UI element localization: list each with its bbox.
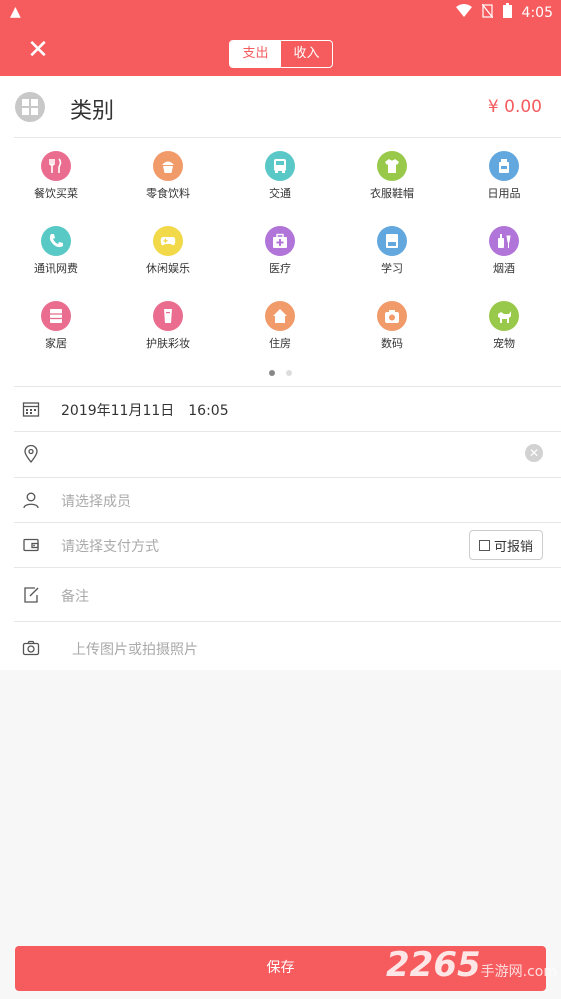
- edit-icon: [22, 586, 42, 606]
- divider: [14, 621, 561, 622]
- category-label: 通讯网费: [34, 262, 78, 275]
- member-row[interactable]: 请选择成员: [0, 478, 561, 523]
- cabinet-icon: [41, 301, 71, 331]
- category-item[interactable]: 通讯网费: [0, 214, 112, 284]
- tab-expense[interactable]: 支出: [230, 41, 281, 67]
- clear-location-icon[interactable]: ✕: [525, 444, 543, 462]
- status-bar: ▲ 4:05: [0, 0, 561, 24]
- wine-icon: [489, 226, 519, 256]
- reimbursable-checkbox[interactable]: 可报销: [469, 530, 543, 560]
- calendar-icon: [22, 400, 42, 420]
- category-label: 餐饮买菜: [34, 187, 78, 200]
- payment-row[interactable]: 请选择支付方式 可报销: [0, 523, 561, 568]
- watermark-domain: .com: [522, 964, 557, 980]
- page-dot: [286, 370, 293, 376]
- category-label: 宠物: [493, 337, 515, 350]
- datetime-row[interactable]: 2019年11月11日 16:05: [0, 387, 561, 432]
- notification-icon: ▲: [10, 4, 21, 20]
- shirt-icon: [377, 151, 407, 181]
- divider: [14, 567, 561, 568]
- category-item[interactable]: 学习: [336, 214, 448, 284]
- book-icon: [377, 226, 407, 256]
- datetime-value: 2019年11月11日 16:05: [61, 403, 229, 419]
- reimbursable-label: 可报销: [493, 539, 533, 555]
- category-label: 学习: [381, 262, 403, 275]
- phone-icon: [41, 226, 71, 256]
- category-label: 衣服鞋帽: [370, 187, 414, 200]
- note-input[interactable]: 备注: [61, 586, 89, 606]
- category-item[interactable]: 护肤彩妆: [112, 289, 224, 359]
- photo-upload-text: 上传图片或拍摄照片: [72, 642, 198, 658]
- category-item[interactable]: 零食饮料: [112, 139, 224, 209]
- gamepad-icon: [153, 226, 183, 256]
- category-title: 类别: [70, 99, 115, 124]
- bottle-icon: [489, 151, 519, 181]
- watermark-suffix: 手游网: [480, 964, 523, 980]
- tab-income[interactable]: 收入: [281, 41, 332, 67]
- note-row[interactable]: 备注: [0, 573, 561, 621]
- cupcake-icon: [153, 151, 183, 181]
- page-dot-active: [268, 370, 275, 376]
- category-header: 类别 ¥ 0.00: [0, 76, 561, 138]
- category-item[interactable]: 住房: [224, 289, 336, 359]
- payment-placeholder: 请选择支付方式: [61, 539, 159, 555]
- category-item[interactable]: 交通: [224, 139, 336, 209]
- person-icon: [22, 491, 42, 511]
- close-icon[interactable]: ✕: [24, 36, 52, 64]
- category-item[interactable]: 医疗: [224, 214, 336, 284]
- category-label: 家居: [45, 337, 67, 350]
- category-label: 交通: [269, 187, 291, 200]
- category-label: 数码: [381, 337, 403, 350]
- category-label: 烟酒: [493, 262, 515, 275]
- category-item[interactable]: 日用品: [448, 139, 560, 209]
- category-item[interactable]: 衣服鞋帽: [336, 139, 448, 209]
- category-item[interactable]: 烟酒: [448, 214, 560, 284]
- category-item[interactable]: 餐饮买菜: [0, 139, 112, 209]
- watermark-logo: 2265手游网.com: [386, 945, 557, 985]
- category-label: 护肤彩妆: [146, 337, 190, 350]
- checkbox-icon: [478, 539, 490, 551]
- member-placeholder: 请选择成员: [61, 494, 131, 510]
- wallet-icon: [22, 536, 42, 556]
- house-icon: [265, 301, 295, 331]
- wifi-icon: [455, 4, 472, 21]
- cosmetic-icon: [153, 301, 183, 331]
- camera-icon: [22, 639, 42, 659]
- category-item[interactable]: 数码: [336, 289, 448, 359]
- category-item[interactable]: 宠物: [448, 289, 560, 359]
- camera-icon: [377, 301, 407, 331]
- no-sim-icon: [481, 3, 494, 22]
- clock: 4:05: [521, 4, 553, 21]
- amount-display[interactable]: ¥ 0.00: [488, 97, 542, 117]
- location-pin-icon: [22, 444, 42, 465]
- category-item[interactable]: 家居: [0, 289, 112, 359]
- location-row[interactable]: ✕: [0, 432, 561, 477]
- category-item[interactable]: 休闲娱乐: [112, 214, 224, 284]
- photo-row[interactable]: 上传图片或拍摄照片: [0, 626, 561, 671]
- divider: [14, 137, 561, 138]
- page-indicator: [0, 361, 561, 380]
- main-panel: 类别 ¥ 0.00 餐饮买菜 零食饮料 交通 衣服鞋帽 日用品通讯网费 休闲娱乐 医疗 学习 烟…: [0, 76, 561, 670]
- battery-icon: [502, 3, 512, 22]
- dog-icon: [489, 301, 519, 331]
- category-label: 零食饮料: [146, 187, 190, 200]
- category-label: 医疗: [269, 262, 291, 275]
- category-label: 住房: [269, 337, 291, 350]
- category-label: 日用品: [487, 187, 521, 200]
- utensils-icon: [41, 151, 71, 181]
- bus-icon: [265, 151, 295, 181]
- medkit-icon: [265, 226, 295, 256]
- header: ✕ 支出 收入: [0, 24, 561, 76]
- category-grid: 餐饮买菜 零食饮料 交通 衣服鞋帽 日用品通讯网费 休闲娱乐 医疗 学习 烟酒家居 护肤彩妆 住房 数…: [0, 139, 561, 364]
- watermark-brand: 2265: [386, 945, 481, 985]
- type-switch: 支出 收入: [229, 40, 333, 68]
- grid-icon: [15, 92, 45, 122]
- category-label: 休闲娱乐: [146, 262, 190, 275]
